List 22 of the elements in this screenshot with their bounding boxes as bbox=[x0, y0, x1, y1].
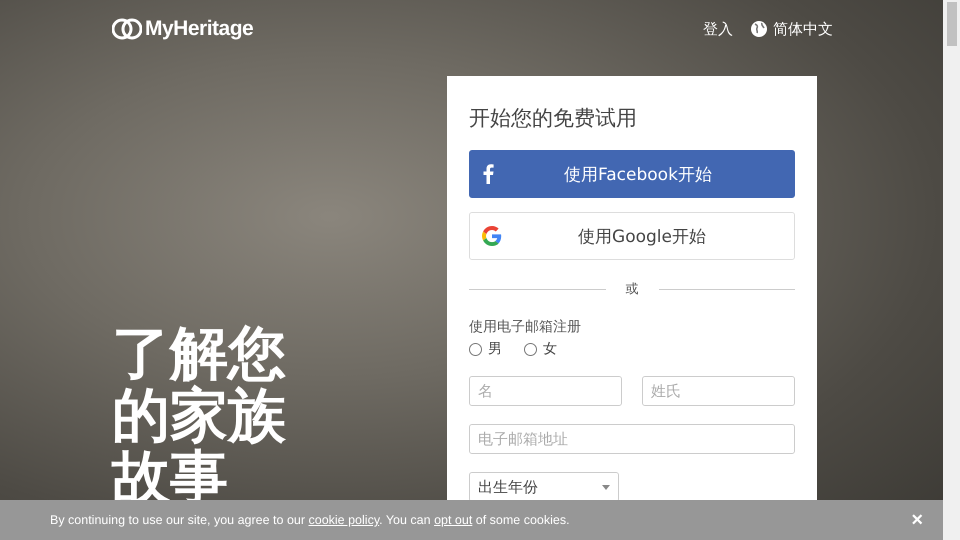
logo-text: MyHeritage bbox=[145, 17, 254, 41]
google-icon bbox=[482, 226, 502, 246]
gender-label: 女 bbox=[543, 340, 557, 358]
gender-label: 男 bbox=[488, 340, 502, 358]
cookie-notice: By continuing to use our site, you agree to our cookie policy. You can opt out of some cookies. bbox=[50, 513, 571, 527]
language-label: 简体中文 bbox=[773, 20, 833, 38]
radio-button[interactable] bbox=[469, 342, 482, 356]
facebook-signup-button[interactable]: 使用Facebook开始 bbox=[469, 150, 795, 198]
signup-title: 开始您的免费试用 bbox=[469, 105, 638, 132]
language-link[interactable]: 简体中文 bbox=[751, 20, 833, 38]
email-field[interactable]: 电子邮箱地址 bbox=[469, 424, 795, 454]
facebook-icon bbox=[482, 164, 494, 184]
caret-icon bbox=[602, 484, 610, 490]
first-name-field[interactable]: 名 bbox=[469, 376, 622, 406]
last-name-field[interactable]: 姓氏 bbox=[642, 376, 795, 406]
logo-icon bbox=[112, 16, 142, 42]
radio-button[interactable] bbox=[524, 342, 537, 356]
login-link[interactable]: 登入 bbox=[703, 20, 733, 38]
email-signup-label: 使用电子邮箱注册 bbox=[469, 318, 582, 336]
globe-icon bbox=[751, 21, 767, 37]
or-divider-label: 或 bbox=[626, 281, 638, 298]
google-signup-button[interactable]: 使用Google开始 bbox=[469, 212, 795, 260]
